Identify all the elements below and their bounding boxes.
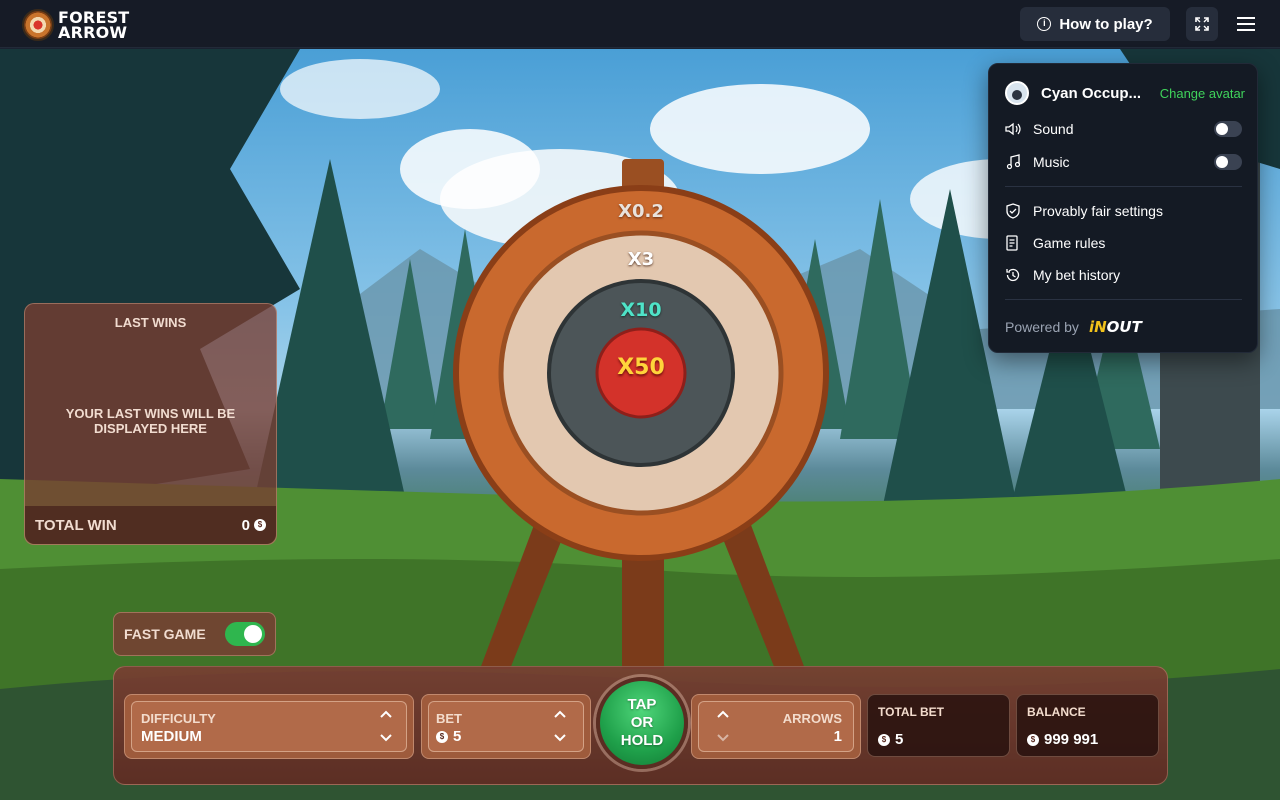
- ring-label-inner: X10: [620, 299, 662, 321]
- logo-text: FOREST ARROW: [58, 10, 129, 42]
- shield-check-icon: [1005, 203, 1021, 219]
- music-label: Music: [1033, 154, 1070, 170]
- how-to-play-label: How to play?: [1059, 15, 1153, 33]
- ring-label-middle: X3: [627, 249, 655, 270]
- sound-label: Sound: [1033, 121, 1074, 137]
- inout-brand-logo: iNOUT: [1089, 318, 1142, 336]
- bet-decrease-icon[interactable]: [553, 733, 567, 743]
- change-avatar-link[interactable]: Change avatar: [1160, 86, 1245, 101]
- tap-label-line2: OR: [630, 714, 654, 731]
- coin-icon: $: [254, 519, 266, 531]
- powered-by-row: Powered by iNOUT: [1005, 318, 1142, 336]
- tap-or-hold-button[interactable]: TAP OR HOLD: [596, 677, 688, 769]
- balance-value-group: $ 999 991: [1027, 731, 1098, 748]
- hamburger-menu-icon: [1237, 17, 1255, 31]
- arrows-label: ARROWS: [782, 711, 842, 726]
- difficulty-selector[interactable]: DIFFICULTY MEDIUM: [124, 694, 414, 759]
- tap-label-line1: TAP: [627, 696, 657, 713]
- logo-line-2: ARROW: [58, 23, 128, 42]
- total-bet-label: TOTAL BET: [878, 705, 944, 719]
- user-row: Cyan Occup... Change avatar: [1005, 80, 1245, 106]
- total-win-value: 0: [241, 516, 250, 534]
- hamburger-menu-button[interactable]: [1232, 12, 1260, 36]
- brand-in: iN: [1088, 318, 1107, 336]
- provably-fair-item[interactable]: Provably fair settings: [1005, 200, 1242, 222]
- game-rules-label: Game rules: [1033, 235, 1106, 251]
- balance-label: BALANCE: [1027, 705, 1086, 719]
- game-logo: FOREST ARROW: [22, 9, 129, 41]
- last-wins-title: LAST WINS: [114, 315, 187, 330]
- music-note-icon: [1005, 154, 1021, 170]
- avatar: [1005, 81, 1029, 105]
- fast-game-label: FAST GAME: [124, 626, 206, 642]
- total-win-label: TOTAL WIN: [35, 516, 117, 534]
- total-bet-value: 5: [895, 731, 904, 748]
- chevron-down-icon[interactable]: [379, 733, 393, 743]
- balance-box: BALANCE $ 999 991: [1016, 694, 1159, 757]
- coin-icon: $: [1027, 733, 1039, 746]
- sound-toggle[interactable]: [1214, 121, 1242, 137]
- arrows-value: 1: [833, 728, 842, 745]
- history-clock-icon: [1005, 267, 1021, 283]
- difficulty-value: MEDIUM: [141, 728, 202, 745]
- arrows-decrease-icon[interactable]: [716, 733, 730, 743]
- fullscreen-icon: [1195, 17, 1209, 31]
- bet-value-group: $ 5: [436, 728, 461, 745]
- sound-row[interactable]: Sound: [1005, 118, 1242, 140]
- bet-history-item[interactable]: My bet history: [1005, 264, 1242, 286]
- fast-game-toggle[interactable]: [225, 622, 265, 646]
- menu-divider: [1005, 186, 1242, 187]
- info-icon: i: [1037, 17, 1052, 31]
- bet-label: BET: [436, 711, 462, 726]
- coin-icon: $: [436, 730, 448, 743]
- music-toggle[interactable]: [1214, 154, 1242, 170]
- username: Cyan Occup...: [1041, 84, 1142, 102]
- bet-increase-icon[interactable]: [553, 709, 567, 719]
- bet-value: 5: [453, 728, 462, 745]
- tap-label-line3: HOLD: [620, 732, 664, 749]
- fullscreen-button[interactable]: [1186, 7, 1218, 41]
- chevron-up-icon[interactable]: [379, 709, 393, 719]
- brand-out: OUT: [1106, 318, 1142, 336]
- settings-dropdown-menu: Cyan Occup... Change avatar Sound Music …: [988, 63, 1258, 353]
- music-row[interactable]: Music: [1005, 151, 1242, 173]
- balance-value: 999 991: [1044, 731, 1099, 748]
- total-win-value-group: 0 $: [242, 517, 266, 534]
- total-win-row: TOTAL WIN 0 $: [25, 506, 276, 544]
- last-wins-empty-message: YOUR LAST WINS WILL BE DISPLAYED HERE: [65, 406, 236, 436]
- bet-history-label: My bet history: [1033, 267, 1121, 283]
- coin-icon: $: [878, 733, 890, 746]
- total-bet-value-group: $ 5: [878, 731, 903, 748]
- provably-fair-label: Provably fair settings: [1033, 203, 1163, 219]
- last-wins-panel: LAST WINS YOUR LAST WINS WILL BE DISPLAY…: [24, 303, 277, 545]
- target-logo-icon: [22, 9, 54, 41]
- total-bet-box: TOTAL BET $ 5: [867, 694, 1010, 757]
- ring-label-bullseye: X50: [617, 355, 665, 380]
- fast-game-row: FAST GAME: [113, 612, 276, 656]
- menu-divider: [1005, 299, 1242, 300]
- game-rules-item[interactable]: Game rules: [1005, 232, 1242, 254]
- how-to-play-button[interactable]: i How to play?: [1020, 7, 1170, 41]
- rules-document-icon: [1005, 235, 1021, 251]
- ring-label-outer: X0.2: [618, 201, 664, 222]
- bet-selector[interactable]: BET $ 5: [421, 694, 591, 759]
- arrows-selector[interactable]: ARROWS 1: [691, 694, 861, 759]
- speaker-icon: [1005, 121, 1021, 137]
- powered-by-label: Powered by: [1005, 319, 1079, 335]
- difficulty-label: DIFFICULTY: [141, 711, 216, 726]
- control-bar: DIFFICULTY MEDIUM BET $ 5 TAP OR HOLD AR…: [113, 666, 1168, 785]
- top-bar: FOREST ARROW i How to play?: [0, 0, 1280, 48]
- arrows-increase-icon[interactable]: [716, 709, 730, 719]
